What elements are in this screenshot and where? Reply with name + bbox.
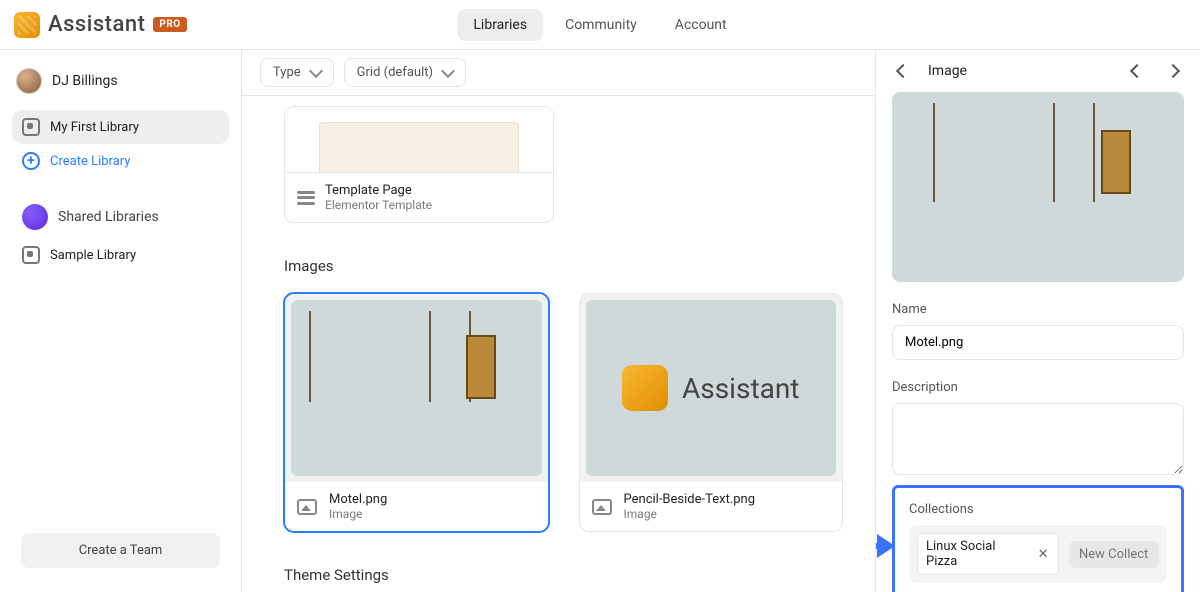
name-label: Name: [892, 302, 1184, 317]
next-button[interactable]: [1162, 60, 1184, 82]
prev-button[interactable]: [1126, 60, 1148, 82]
collections-callout: Collections Linux Social Pizza ✕: [892, 485, 1184, 592]
user-block[interactable]: DJ Billings: [12, 64, 229, 110]
image-thumb: [291, 300, 542, 476]
user-name: DJ Billings: [52, 73, 118, 89]
description-label: Description: [892, 380, 1184, 395]
description-input[interactable]: [892, 403, 1184, 475]
tab-account[interactable]: Account: [659, 9, 743, 41]
shared-title: Shared Libraries: [58, 209, 159, 225]
plus-icon: +: [22, 152, 40, 170]
tab-community[interactable]: Community: [549, 9, 653, 41]
type-label: Type: [273, 65, 301, 80]
pro-badge: PRO: [153, 17, 186, 32]
shared-icon: [22, 204, 48, 230]
collection-tag: Linux Social Pizza ✕: [917, 533, 1059, 575]
library-icon: [22, 246, 40, 264]
section-images-title: Images: [284, 257, 843, 275]
top-nav: Libraries Community Account: [457, 9, 742, 41]
sidebar: DJ Billings My First Library + Create Li…: [0, 50, 242, 592]
template-thumb: [285, 107, 553, 173]
detail-hero-image: [892, 92, 1184, 282]
shared-libraries-header[interactable]: Shared Libraries: [12, 196, 229, 238]
image-icon: [297, 499, 317, 515]
back-button[interactable]: [892, 60, 914, 82]
image-card-pencil[interactable]: Assistant Pencil-Beside-Text.png Image: [579, 293, 844, 532]
image-subtitle: Image: [329, 507, 387, 521]
logo-icon: [622, 365, 668, 411]
section-theme-title: Theme Settings: [284, 566, 843, 584]
chevron-left-icon: [1130, 64, 1144, 78]
detail-panel: Image Name Description Collections Linux…: [875, 50, 1200, 592]
chevron-down-icon: [309, 63, 323, 77]
new-collection-input[interactable]: [1069, 541, 1159, 568]
type-dropdown[interactable]: Type: [260, 58, 334, 87]
app-logo: Assistant PRO: [14, 12, 187, 38]
chevron-down-icon: [441, 63, 455, 77]
sidebar-item-label: My First Library: [50, 120, 139, 135]
tab-libraries[interactable]: Libraries: [457, 9, 543, 41]
collections-field[interactable]: Linux Social Pizza ✕: [909, 525, 1167, 583]
create-team-button[interactable]: Create a Team: [21, 533, 221, 568]
remove-tag-button[interactable]: ✕: [1036, 547, 1050, 561]
collections-label: Collections: [909, 502, 1167, 517]
image-title: Pencil-Beside-Text.png: [624, 492, 756, 507]
content-toolbar: Type Grid (default): [242, 50, 875, 96]
detail-title: Image: [928, 63, 967, 79]
library-icon: [22, 118, 40, 136]
logo-icon: [14, 12, 40, 38]
template-icon: [297, 191, 315, 205]
avatar: [16, 68, 42, 94]
collection-tag-label: Linux Social Pizza: [926, 539, 1028, 569]
image-card-motel[interactable]: Motel.png Image: [284, 293, 549, 532]
image-icon: [592, 499, 612, 515]
chevron-right-icon: [1166, 64, 1180, 78]
sidebar-item-label: Sample Library: [50, 248, 136, 263]
main-content: Type Grid (default) Template Page Elemen…: [242, 50, 875, 592]
image-thumb: Assistant: [586, 300, 837, 476]
sidebar-item-my-first-library[interactable]: My First Library: [12, 110, 229, 144]
template-subtitle: Elementor Template: [325, 198, 432, 212]
create-library-label: Create Library: [50, 154, 130, 169]
image-subtitle: Image: [624, 507, 756, 521]
image-title: Motel.png: [329, 492, 387, 507]
callout-arrow-icon: [876, 543, 885, 549]
arrow-left-icon: [896, 64, 910, 78]
name-input[interactable]: [892, 325, 1184, 360]
template-card[interactable]: Template Page Elementor Template: [284, 106, 554, 223]
template-title: Template Page: [325, 183, 432, 198]
brand-name: Assistant: [48, 12, 145, 37]
brand-name: Assistant: [682, 372, 799, 405]
view-label: Grid (default): [357, 65, 433, 80]
create-library-button[interactable]: + Create Library: [12, 144, 229, 178]
sidebar-item-sample-library[interactable]: Sample Library: [12, 238, 229, 272]
view-dropdown[interactable]: Grid (default): [344, 58, 466, 87]
